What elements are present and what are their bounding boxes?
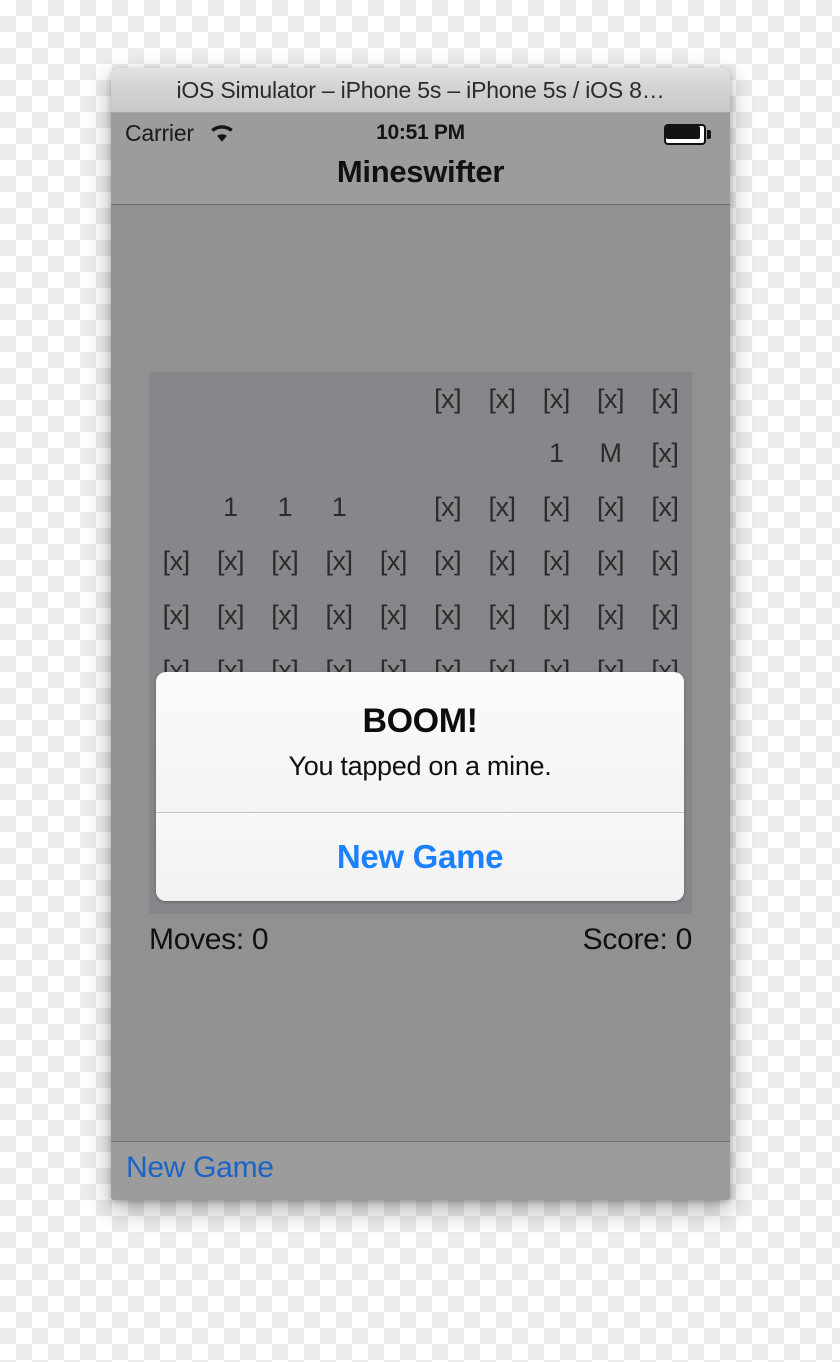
stats-row: Moves: 0 Score: 0 — [149, 920, 692, 960]
ios-status-bar: Carrier 10:51 PM — [111, 113, 730, 153]
grid-cell-r2-c8[interactable]: [x] — [583, 480, 637, 534]
grid-cell-r0-c6[interactable]: [x] — [475, 372, 529, 426]
battery-full-icon — [664, 124, 712, 145]
grid-cell-r0-c3[interactable] — [312, 372, 366, 426]
grid-cell-r0-c9[interactable]: [x] — [638, 372, 692, 426]
score-label: Score: 0 — [582, 923, 693, 956]
grid-cell-r3-c6[interactable]: [x] — [475, 535, 529, 589]
grid-cell-r3-c2[interactable]: [x] — [258, 535, 312, 589]
grid-cell-r1-c6[interactable] — [475, 426, 529, 480]
alert-message: You tapped on a mine. — [288, 751, 552, 781]
grid-cell-r2-c9[interactable]: [x] — [638, 480, 692, 534]
grid-cell-r3-c3[interactable]: [x] — [312, 535, 366, 589]
grid-cell-r1-c3[interactable] — [312, 426, 366, 480]
grid-cell-r3-c0[interactable]: [x] — [149, 535, 203, 589]
grid-cell-r2-c1[interactable]: 1 — [203, 480, 257, 534]
alert-new-game-button[interactable]: New Game — [156, 813, 684, 901]
grid-cell-r3-c9[interactable]: [x] — [638, 535, 692, 589]
grid-cell-r1-c5[interactable] — [420, 426, 474, 480]
grid-cell-r1-c9[interactable]: [x] — [638, 426, 692, 480]
alert-body: BOOM! You tapped on a mine. — [156, 672, 684, 812]
grid-cell-r4-c2[interactable]: [x] — [258, 589, 312, 643]
grid-cell-r3-c4[interactable]: [x] — [366, 535, 420, 589]
alert-title: BOOM! — [362, 702, 478, 740]
grid-cell-r1-c7[interactable]: 1 — [529, 426, 583, 480]
ios-navigation-bar: Mineswifter — [111, 153, 730, 205]
grid-cell-r4-c0[interactable]: [x] — [149, 589, 203, 643]
grid-cell-r4-c8[interactable]: [x] — [583, 589, 637, 643]
ios-simulator-window: iOS Simulator – iPhone 5s – iPhone 5s / … — [111, 68, 730, 1200]
grid-cell-r0-c1[interactable] — [203, 372, 257, 426]
grid-cell-r2-c6[interactable]: [x] — [475, 480, 529, 534]
grid-cell-r1-c0[interactable] — [149, 426, 203, 480]
grid-cell-r3-c1[interactable]: [x] — [203, 535, 257, 589]
grid-cell-r0-c7[interactable]: [x] — [529, 372, 583, 426]
grid-cell-r2-c2[interactable]: 1 — [258, 480, 312, 534]
grid-cell-r0-c2[interactable] — [258, 372, 312, 426]
grid-cell-r1-c2[interactable] — [258, 426, 312, 480]
grid-cell-r4-c3[interactable]: [x] — [312, 589, 366, 643]
toolbar-new-game-button[interactable]: New Game — [126, 1151, 274, 1185]
grid-cell-r3-c5[interactable]: [x] — [420, 535, 474, 589]
grid-cell-r1-c8[interactable]: M — [583, 426, 637, 480]
grid-cell-r2-c7[interactable]: [x] — [529, 480, 583, 534]
grid-cell-r3-c8[interactable]: [x] — [583, 535, 637, 589]
grid-cell-r4-c9[interactable]: [x] — [638, 589, 692, 643]
grid-cell-r4-c4[interactable]: [x] — [366, 589, 420, 643]
grid-cell-r0-c4[interactable] — [366, 372, 420, 426]
grid-cell-r1-c1[interactable] — [203, 426, 257, 480]
window-title: iOS Simulator – iPhone 5s – iPhone 5s / … — [176, 76, 665, 103]
grid-cell-r3-c7[interactable]: [x] — [529, 535, 583, 589]
grid-cell-r4-c1[interactable]: [x] — [203, 589, 257, 643]
grid-cell-r2-c3[interactable]: 1 — [312, 480, 366, 534]
grid-cell-r4-c6[interactable]: [x] — [475, 589, 529, 643]
moves-label: Moves: 0 — [149, 923, 269, 956]
grid-cell-r4-c5[interactable]: [x] — [420, 589, 474, 643]
grid-cell-r2-c4[interactable] — [366, 480, 420, 534]
grid-cell-r2-c5[interactable]: [x] — [420, 480, 474, 534]
grid-cell-r4-c7[interactable]: [x] — [529, 589, 583, 643]
boom-alert-dialog: BOOM! You tapped on a mine. New Game — [156, 672, 684, 901]
grid-cell-r1-c4[interactable] — [366, 426, 420, 480]
grid-cell-r0-c0[interactable] — [149, 372, 203, 426]
grid-cell-r2-c0[interactable] — [149, 480, 203, 534]
window-titlebar[interactable]: iOS Simulator – iPhone 5s – iPhone 5s / … — [111, 68, 730, 113]
page-title: Mineswifter — [336, 154, 505, 189]
grid-cell-r0-c8[interactable]: [x] — [583, 372, 637, 426]
grid-cell-r0-c5[interactable]: [x] — [420, 372, 474, 426]
app-content-area: [x] [x] [x] [x] [x] 1 M [x] 1 1 1 [x] [x] [x] [x] [x] [x… — [111, 205, 730, 1141]
status-time: 10:51 PM — [376, 121, 465, 144]
bottom-toolbar: New Game — [111, 1141, 730, 1199]
